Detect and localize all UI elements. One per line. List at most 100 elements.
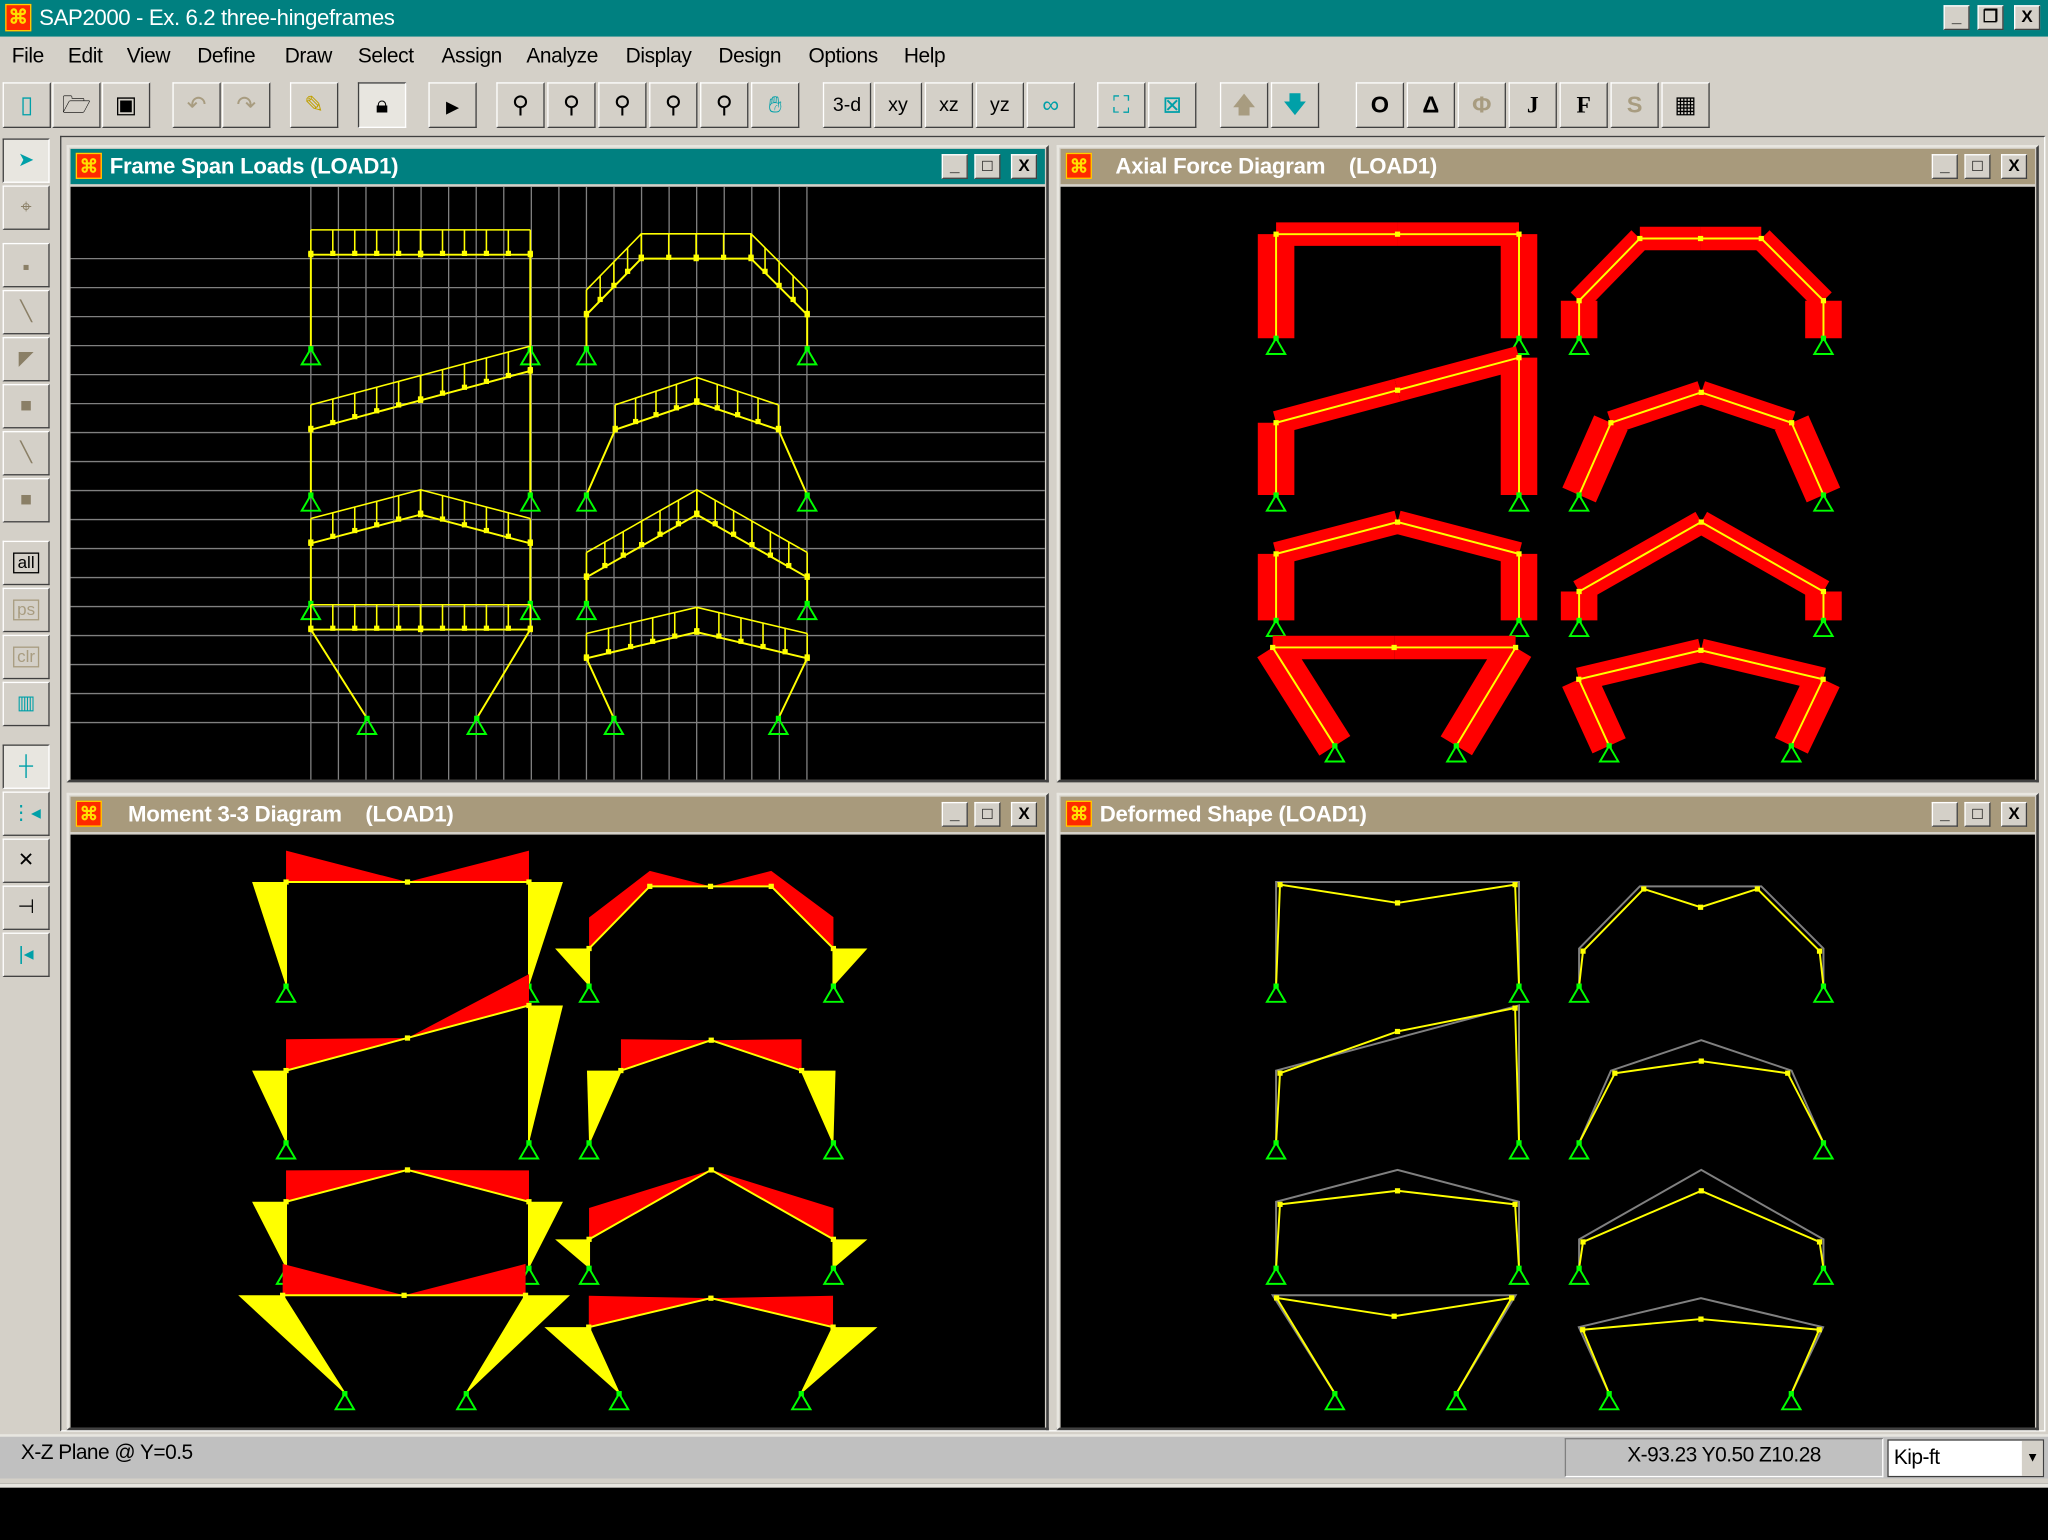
support-joint — [308, 346, 314, 352]
sap-logo-icon[interactable]: ⌘ — [1065, 800, 1092, 827]
moment-diagram-window[interactable]: ⌘ Moment 3-3 Diagram (LOAD1) _ □ X — [66, 792, 1049, 1431]
perspective-toggle-button[interactable]: ∞ — [1026, 82, 1075, 128]
deformed-shape-window[interactable]: ⌘ Deformed Shape (LOAD1) _ □ X — [1056, 792, 2039, 1431]
menu-display[interactable]: Display — [626, 46, 692, 70]
restore-button[interactable]: ❐ — [1977, 5, 2004, 31]
show-stress-button[interactable]: S — [1610, 82, 1659, 128]
lock-model-button[interactable]: 🔒︎ — [357, 82, 407, 128]
minimize-button[interactable]: _ — [1931, 154, 1958, 179]
draw-joint-button[interactable]: ■ — [2, 242, 50, 288]
sap-logo-icon[interactable]: ⌘ — [75, 800, 102, 827]
pointer-button[interactable]: ➤ — [2, 138, 50, 183]
show-tables-button[interactable]: ▦ — [1661, 82, 1710, 128]
close-button[interactable]: X — [2014, 5, 2041, 31]
maximize-button[interactable]: □ — [974, 154, 1001, 179]
close-button[interactable]: X — [1010, 801, 1038, 827]
menu-define[interactable]: Define — [197, 46, 255, 70]
menu-select[interactable]: Select — [358, 46, 414, 70]
window-title-bar[interactable]: ⌘ Frame Span Loads (LOAD1) _ □ X — [70, 148, 1045, 185]
show-undeformed-button[interactable]: O — [1355, 82, 1405, 128]
model-view-canvas[interactable] — [1060, 834, 2035, 1428]
undo-button[interactable]: ↶ — [172, 82, 221, 128]
restore-full-view-button[interactable]: ⚲ — [547, 82, 596, 128]
menu-draw[interactable]: Draw — [285, 46, 333, 70]
previous-zoom-button[interactable]: ⚲ — [598, 82, 647, 128]
intersecting-line-select-button[interactable]: ▥ — [2, 681, 50, 727]
zoom-window-button[interactable]: ⚲ — [496, 82, 545, 128]
frame-span-loads-window[interactable]: ⌘ Frame Span Loads (LOAD1) _ □ X — [66, 144, 1049, 783]
show-deformed-button[interactable]: Δ — [1406, 82, 1456, 128]
new-file-button[interactable]: ▯ — [2, 82, 51, 128]
joint-forces-icon: J — [1526, 91, 1539, 118]
zoom-out-button[interactable]: ⚲ — [700, 82, 749, 128]
view-xy-button[interactable]: xy — [873, 82, 923, 128]
show-member-forces-button[interactable]: F — [1559, 82, 1608, 128]
column-moment-area — [528, 882, 563, 987]
maximize-button[interactable]: □ — [1964, 801, 1991, 827]
reshape-button[interactable]: ⌖ — [2, 185, 50, 230]
minimize-button[interactable]: _ — [1931, 801, 1958, 827]
zoom-in-button[interactable]: ⚲ — [649, 82, 698, 128]
quick-draw-frame-button[interactable]: ╲ — [2, 431, 50, 476]
pan-button[interactable]: ✋︎ — [751, 82, 800, 128]
shrink-elements-button[interactable]: ⛶ — [1097, 82, 1146, 128]
view-yz-button[interactable]: yz — [975, 82, 1024, 128]
minimize-button[interactable]: _ — [941, 801, 968, 827]
menu-assign[interactable]: Assign — [441, 46, 502, 70]
show-joint-forces-button[interactable]: J — [1508, 82, 1557, 128]
close-button[interactable]: X — [1010, 154, 1038, 179]
menu-file[interactable]: File — [12, 46, 45, 70]
draw-shell-button[interactable]: ◤ — [2, 336, 50, 382]
arrow-up-icon: 🡅 — [1231, 91, 1257, 118]
maximize-button[interactable]: □ — [974, 801, 1001, 827]
model-view-canvas[interactable] — [70, 186, 1045, 780]
draw-frame-button[interactable]: ╲ — [2, 289, 50, 335]
magnifier-icon: ⚲ — [562, 91, 581, 118]
run-analysis-button[interactable]: ▶ — [428, 82, 477, 128]
units-value: Kip-ft — [1893, 1447, 1940, 1470]
open-file-button[interactable]: 🗁 — [52, 82, 101, 128]
menu-options[interactable]: Options — [808, 46, 878, 70]
sap-logo-icon[interactable]: ⌘ — [75, 152, 102, 179]
model-view-canvas[interactable] — [1060, 186, 2035, 780]
menu-edit[interactable]: Edit — [68, 46, 103, 70]
menu-view[interactable]: View — [127, 46, 171, 70]
chevron-down-icon[interactable]: ▼ — [2021, 1440, 2043, 1476]
clear-selection-button[interactable]: clr — [2, 634, 50, 680]
close-button[interactable]: X — [2000, 801, 2028, 827]
draw-rect-shell-button[interactable]: ■ — [2, 383, 50, 429]
view-3d-button[interactable]: 3-d — [822, 82, 872, 128]
snap-joints-button[interactable]: ┼ — [2, 744, 50, 789]
support-joint — [1332, 743, 1338, 749]
maximize-button[interactable]: □ — [1964, 154, 1991, 179]
set-elements-button[interactable]: ⊠ — [1148, 82, 1197, 128]
move-up-button[interactable]: 🡅 — [1219, 82, 1269, 128]
sap-logo-icon[interactable]: ⌘ — [5, 3, 32, 32]
menu-design[interactable]: Design — [718, 46, 781, 70]
axial-force-window[interactable]: ⌘ Axial Force Diagram (LOAD1) _ □ X — [1056, 144, 2039, 783]
move-down-button[interactable]: 🡇 — [1270, 82, 1320, 128]
window-title-bar[interactable]: ⌘ Deformed Shape (LOAD1) _ □ X — [1060, 796, 2035, 832]
snap-perpendicular-button[interactable]: ⊣ — [2, 885, 50, 930]
close-button[interactable]: X — [2000, 154, 2028, 179]
previous-selection-button[interactable]: ps — [2, 587, 50, 633]
units-select[interactable]: Kip-ft ▼ — [1887, 1439, 2045, 1478]
snap-intersections-button[interactable]: ✕ — [2, 838, 50, 883]
model-view-canvas[interactable] — [70, 834, 1045, 1428]
window-title-bar[interactable]: ⌘ Axial Force Diagram (LOAD1) _ □ X — [1060, 148, 2035, 185]
save-button[interactable]: ▣ — [101, 82, 151, 128]
quick-draw-shell-button[interactable]: ■ — [2, 478, 50, 523]
window-title-bar[interactable]: ⌘ Moment 3-3 Diagram (LOAD1) _ □ X — [70, 796, 1045, 832]
show-mode-shape-button[interactable]: Φ — [1457, 82, 1506, 128]
snap-lines-button[interactable]: |◂ — [2, 932, 50, 977]
redo-button[interactable]: ↷ — [222, 82, 271, 128]
sap-logo-icon[interactable]: ⌘ — [1065, 152, 1092, 179]
view-xz-button[interactable]: xz — [924, 82, 974, 128]
snap-midpoints-button[interactable]: ⋮◂ — [2, 791, 50, 836]
menu-analyze[interactable]: Analyze — [526, 46, 598, 70]
menu-help[interactable]: Help — [904, 46, 946, 70]
select-all-button[interactable]: all — [2, 540, 50, 586]
minimize-button[interactable]: _ — [941, 154, 968, 179]
minimize-button[interactable]: _ — [1943, 5, 1970, 31]
edit-pencil-button[interactable]: ✎ — [289, 82, 339, 128]
